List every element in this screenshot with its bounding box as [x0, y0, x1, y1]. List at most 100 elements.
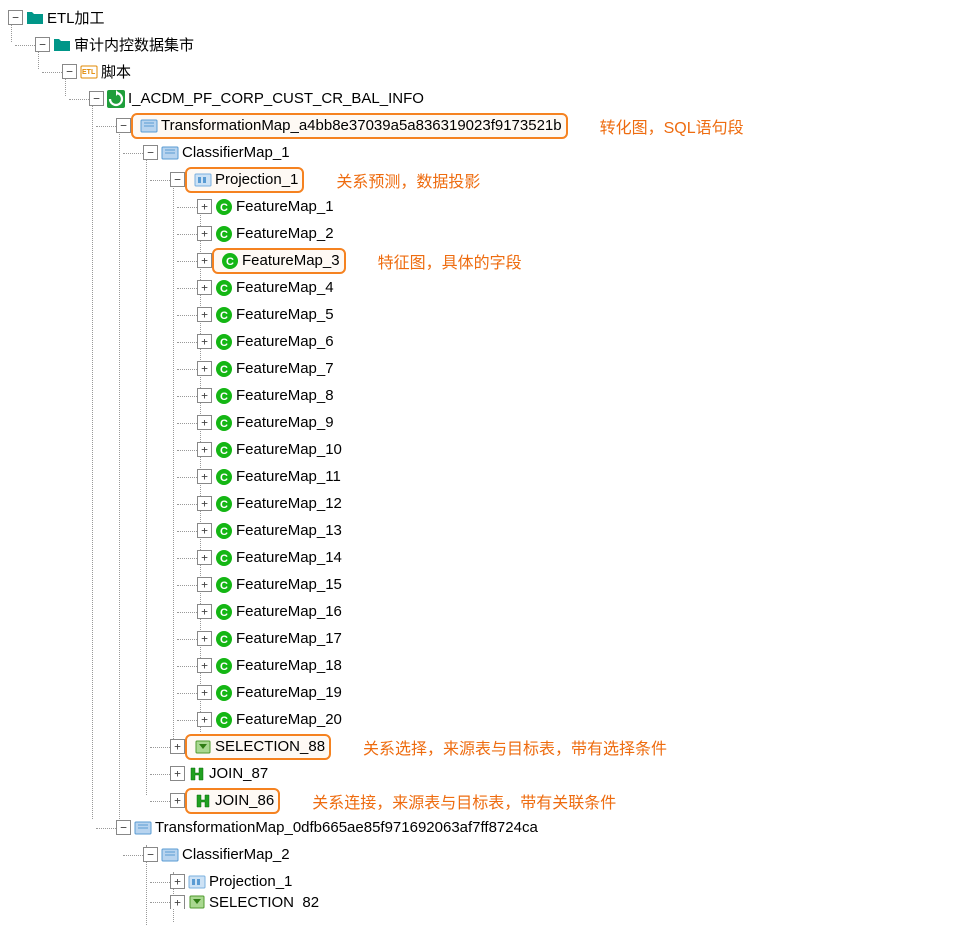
tree-label: TransformationMap_a4bb8e37039a5a83631902…: [161, 117, 562, 134]
tree-item-feature-map[interactable]: +FeatureMap_9: [4, 409, 976, 436]
toggle-icon[interactable]: +: [197, 307, 212, 322]
tree-item-feature-map[interactable]: +FeatureMap_4: [4, 274, 976, 301]
toggle-icon[interactable]: −: [8, 10, 23, 25]
toggle-icon[interactable]: −: [62, 64, 77, 79]
tree-label: FeatureMap_16: [236, 603, 342, 620]
tree-item-join-87[interactable]: + JOIN_87: [4, 760, 976, 787]
tree-label: 审计内控数据集市: [74, 34, 194, 55]
tree-item-feature-map[interactable]: +FeatureMap_13: [4, 517, 976, 544]
toggle-icon[interactable]: −: [143, 145, 158, 160]
tree-item-feature-map[interactable]: +FeatureMap_19: [4, 679, 976, 706]
toggle-icon[interactable]: −: [143, 847, 158, 862]
tree-item-feature-map[interactable]: + FeatureMap_16: [4, 598, 976, 625]
toggle-icon[interactable]: +: [197, 469, 212, 484]
tree-item-feature-map[interactable]: + FeatureMap_18: [4, 652, 976, 679]
feature-icon: [215, 468, 233, 486]
toggle-icon[interactable]: +: [170, 874, 185, 889]
toggle-icon[interactable]: +: [170, 895, 185, 909]
tree-item-feature-map[interactable]: +FeatureMap_10: [4, 436, 976, 463]
toggle-icon[interactable]: −: [116, 820, 131, 835]
toggle-icon[interactable]: −: [170, 172, 185, 187]
tree-item-datamart[interactable]: − 审计内控数据集市: [4, 31, 976, 58]
feature-icon: [215, 684, 233, 702]
tree-item-classifier-map-2[interactable]: − ClassifierMap_2: [4, 841, 976, 868]
toggle-icon[interactable]: +: [197, 442, 212, 457]
toggle-icon[interactable]: +: [197, 280, 212, 295]
tree-item-feature-map[interactable]: +FeatureMap_15: [4, 571, 976, 598]
tree-label: Projection_1: [215, 171, 298, 188]
tree-item-transformation-map-1[interactable]: − TransformationMap_a4bb8e37039a5a836319…: [4, 112, 976, 139]
toggle-icon[interactable]: +: [197, 334, 212, 349]
toggle-icon[interactable]: +: [197, 523, 212, 538]
toggle-icon[interactable]: +: [170, 739, 185, 754]
feature-icon: [221, 252, 239, 270]
toggle-icon[interactable]: −: [35, 37, 50, 52]
tree-item-classifier-map-1[interactable]: − ClassifierMap_1: [4, 139, 976, 166]
tree-item-root[interactable]: − ETL加工: [4, 4, 976, 31]
tree-item-feature-map[interactable]: +FeatureMap_5: [4, 301, 976, 328]
tree-label: FeatureMap_7: [236, 360, 334, 377]
highlight-box: Projection_1: [185, 167, 304, 193]
tree-item-projection-1[interactable]: − Projection_1 关系预测，数据投影: [4, 166, 976, 193]
toggle-icon[interactable]: +: [170, 793, 185, 808]
tree-item-script[interactable]: − 脚本: [4, 58, 976, 85]
tree-item-feature-map[interactable]: +FeatureMap_20: [4, 706, 976, 733]
feature-icon: [215, 630, 233, 648]
feature-icon: [215, 306, 233, 324]
tree-label: FeatureMap_11: [236, 468, 341, 485]
toggle-icon[interactable]: +: [197, 388, 212, 403]
annotation: 关系连接，来源表与目标表，带有关联条件: [312, 789, 616, 813]
tree-item-selection-88[interactable]: + SELECTION_88 关系选择，来源表与目标表，带有选择条件: [4, 733, 976, 760]
tree-label: ClassifierMap_2: [182, 846, 290, 863]
toggle-icon[interactable]: +: [197, 604, 212, 619]
toggle-icon[interactable]: +: [197, 253, 212, 268]
toggle-icon[interactable]: +: [197, 577, 212, 592]
feature-icon: [215, 495, 233, 513]
tree-label: ClassifierMap_1: [182, 144, 290, 161]
refresh-icon: [107, 90, 125, 108]
toggle-icon[interactable]: +: [197, 685, 212, 700]
tree-item-feature-map[interactable]: +FeatureMap_1: [4, 193, 976, 220]
toggle-icon[interactable]: +: [197, 199, 212, 214]
toggle-icon[interactable]: +: [197, 415, 212, 430]
feature-icon: [215, 414, 233, 432]
tree-item-selection-82[interactable]: + SELECTION_82: [4, 895, 976, 909]
map-icon: [134, 819, 152, 837]
toggle-icon[interactable]: +: [197, 550, 212, 565]
tree-item-projection-2[interactable]: + Projection_1: [4, 868, 976, 895]
tree-item-job[interactable]: − I_ACDM_PF_CORP_CUST_CR_BAL_INFO: [4, 85, 976, 112]
tree-item-feature-map[interactable]: +FeatureMap_3特征图，具体的字段: [4, 247, 976, 274]
feature-icon: [215, 279, 233, 297]
tree-label: ETL加工: [47, 7, 105, 28]
tree-item-feature-map[interactable]: + FeatureMap_2: [4, 220, 976, 247]
tree-item-feature-map[interactable]: + FeatureMap_7: [4, 355, 976, 382]
tree-item-feature-map[interactable]: + FeatureMap_11: [4, 463, 976, 490]
tree-item-feature-map[interactable]: +FeatureMap_6: [4, 328, 976, 355]
highlight-box: JOIN_86: [185, 788, 280, 814]
tree-item-feature-map[interactable]: +FeatureMap_12: [4, 490, 976, 517]
toggle-icon[interactable]: +: [197, 631, 212, 646]
toggle-icon[interactable]: +: [197, 361, 212, 376]
toggle-icon[interactable]: +: [170, 766, 185, 781]
tree-label: I_ACDM_PF_CORP_CUST_CR_BAL_INFO: [128, 90, 424, 107]
tree-label: SELECTION_88: [215, 738, 325, 755]
tree-item-feature-map[interactable]: +FeatureMap_14: [4, 544, 976, 571]
toggle-icon[interactable]: +: [197, 496, 212, 511]
tree-item-feature-map[interactable]: +FeatureMap_17: [4, 625, 976, 652]
toggle-icon[interactable]: +: [197, 226, 212, 241]
tree-label: TransformationMap_0dfb665ae85f971692063a…: [155, 819, 538, 836]
tree-item-transformation-map-2[interactable]: − TransformationMap_0dfb665ae85f97169206…: [4, 814, 976, 841]
toggle-icon[interactable]: −: [116, 118, 131, 133]
tree-label: FeatureMap_3: [242, 252, 340, 269]
tree-item-join-86[interactable]: + JOIN_86 关系连接，来源表与目标表，带有关联条件: [4, 787, 976, 814]
tree-label: FeatureMap_2: [236, 225, 334, 242]
tree-label: FeatureMap_18: [236, 657, 342, 674]
feature-icon: [215, 225, 233, 243]
highlight-box: FeatureMap_3: [212, 248, 346, 274]
toggle-icon[interactable]: +: [197, 712, 212, 727]
feature-icon: [215, 387, 233, 405]
toggle-icon[interactable]: +: [197, 658, 212, 673]
tree-item-feature-map[interactable]: +FeatureMap_8: [4, 382, 976, 409]
toggle-icon[interactable]: −: [89, 91, 104, 106]
selection-icon: [188, 895, 206, 909]
